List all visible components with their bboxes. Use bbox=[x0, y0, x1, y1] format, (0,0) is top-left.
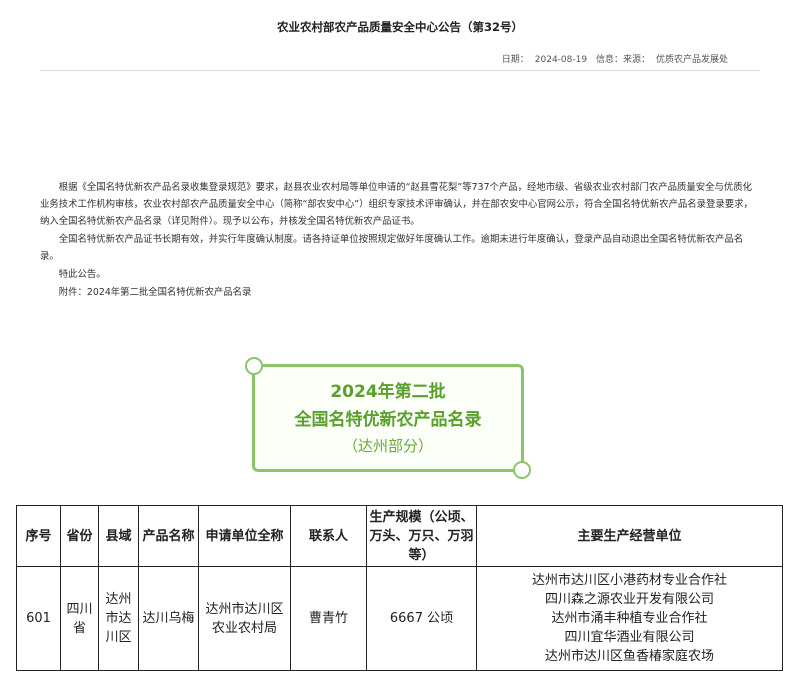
unit-item: 达州市达川区小港药材专业合作社 bbox=[531, 573, 727, 588]
header-product: 产品名称 bbox=[138, 505, 199, 567]
cell-units: 达州市达川区小港药材专业合作社 四川森之源农业开发有限公司 达州市涌丰种植专业合… bbox=[476, 566, 783, 671]
header-units: 主要生产经营单位 bbox=[476, 505, 783, 567]
cell-product: 达川乌梅 bbox=[138, 566, 199, 671]
paragraph-main: 根据《全国名特优新农产品名录收集登录规范》要求，赵县农业农村局等单位申请的“赵县… bbox=[40, 182, 753, 227]
banner-area: 2024年第二批 全国名特优新农产品名录 （达州部分） bbox=[0, 330, 800, 480]
list-title-banner: 2024年第二批 全国名特优新农产品名录 （达州部分） bbox=[245, 357, 531, 479]
paragraph-closing: 特此公告。 bbox=[58, 269, 106, 280]
source-label: 信息：来源： bbox=[595, 55, 650, 65]
announcement-page: 农业农村部农产品质量安全中心公告（第32号） 日期： 2024-08-19 信息：… bbox=[0, 0, 800, 330]
date-label: 日期： bbox=[501, 55, 529, 65]
announcement-meta: 日期： 2024-08-19 信息：来源： 优质农产品发展处 bbox=[496, 52, 728, 65]
banner-line-year: 2024年第二批 bbox=[330, 382, 446, 402]
banner-line-region: （达州部分） bbox=[342, 437, 433, 455]
cell-county: 达州市达川区 bbox=[98, 566, 139, 671]
cell-scale: 6667 公顷 bbox=[366, 566, 477, 671]
announcement-body: 根据《全国名特优新农产品名录收集登录规范》要求，赵县农业农村局等单位申请的“赵县… bbox=[40, 179, 760, 301]
header-county: 县域 bbox=[98, 505, 139, 567]
paragraph-validity: 全国名特优新农产品证书长期有效，并实行年度确认制度。请各持证单位按照规定做好年度… bbox=[40, 234, 744, 262]
product-table: 序号 省份 县域 产品名称 申请单位全称 联系人 生产规模（公顷、万头、万只、万… bbox=[16, 505, 783, 671]
cell-applicant: 达州市达川区农业农村局 bbox=[198, 566, 291, 671]
source-value: 优质农产品发展处 bbox=[655, 55, 728, 65]
table-header-row: 序号 省份 县域 产品名称 申请单位全称 联系人 生产规模（公顷、万头、万只、万… bbox=[16, 505, 783, 567]
table-row: 601 四川省 达州市达川区 达川乌梅 达州市达川区农业农村局 曹青竹 6667… bbox=[16, 566, 783, 671]
header-scale: 生产规模（公顷、万头、万只、万羽等） bbox=[366, 505, 477, 567]
header-no: 序号 bbox=[16, 505, 61, 567]
unit-item: 四川森之源农业开发有限公司 bbox=[544, 592, 714, 607]
title-divider bbox=[40, 70, 760, 71]
cell-no: 601 bbox=[16, 566, 61, 671]
header-applicant: 申请单位全称 bbox=[198, 505, 291, 567]
announcement-title: 农业农村部农产品质量安全中心公告（第32号） bbox=[276, 20, 523, 34]
product-table-area: 序号 省份 县域 产品名称 申请单位全称 联系人 生产规模（公顷、万头、万只、万… bbox=[0, 490, 800, 675]
cell-contact: 曹青竹 bbox=[290, 566, 367, 671]
date-value: 2024-08-19 bbox=[534, 55, 588, 65]
header-province: 省份 bbox=[60, 505, 99, 567]
unit-item: 四川宜华酒业有限公司 bbox=[564, 630, 695, 645]
banner-line-title: 全国名特优新农产品名录 bbox=[294, 410, 482, 430]
cell-province: 四川省 bbox=[60, 566, 99, 671]
attachment-link[interactable]: 附件：2024年第二批全国名特优新农产品名录 bbox=[40, 284, 760, 301]
unit-item: 达州市达川区鱼香椿家庭农场 bbox=[544, 649, 714, 664]
header-contact: 联系人 bbox=[290, 505, 367, 567]
unit-item: 达州市涌丰种植专业合作社 bbox=[551, 611, 708, 626]
